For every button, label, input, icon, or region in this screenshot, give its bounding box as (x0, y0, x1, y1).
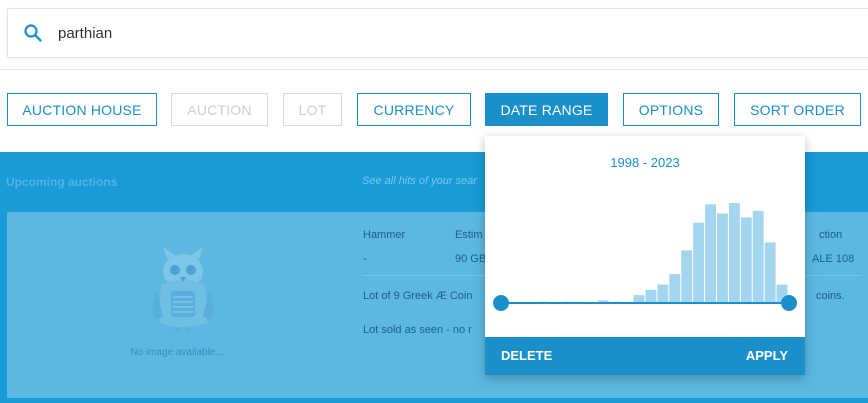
auction-value: ALE 108 (812, 253, 855, 265)
search-icon[interactable] (23, 23, 43, 43)
popup-footer: DELETE APPLY (485, 337, 805, 375)
section-title: Upcoming auctions (6, 175, 118, 189)
date-histogram (493, 203, 797, 311)
search-bar (7, 8, 868, 58)
hammer-label: Hammer (363, 229, 406, 241)
delete-button[interactable]: DELETE (501, 348, 552, 363)
hammer-value: - (363, 253, 367, 265)
options-filter-button[interactable]: OPTIONS (623, 93, 719, 126)
histogram-bar (752, 210, 764, 303)
histogram-bar (705, 204, 716, 303)
search-input[interactable] (58, 21, 558, 45)
lot-description: Lot of 9 Greek Æ Coin (363, 290, 473, 302)
divider (0, 69, 868, 70)
auction-filter-button[interactable]: AUCTION (171, 93, 268, 126)
currency-filter-button[interactable]: CURRENCY (357, 93, 471, 126)
estimate-label: Estim (455, 229, 483, 241)
histogram-bar (728, 203, 740, 303)
range-start-handle[interactable] (493, 295, 509, 311)
histogram-bar (717, 213, 728, 303)
histogram-bar (681, 250, 693, 303)
histogram-bar (693, 222, 705, 303)
owl-placeholder-icon (152, 247, 214, 332)
lot-note: Lot sold as seen - no r (363, 324, 472, 336)
histogram-bar (633, 295, 645, 303)
histogram-bar (645, 289, 657, 303)
auction-label: ction (819, 229, 843, 241)
date-range-popup: 1998 - 2023 DELETE APPLY (485, 136, 805, 375)
sort-order-filter-button[interactable]: SORT ORDER (734, 93, 861, 126)
date-range-filter-button[interactable]: DATE RANGE (485, 93, 608, 126)
apply-button[interactable]: APPLY (746, 348, 788, 363)
auction-house-filter-button[interactable]: AUCTION HOUSE (7, 93, 157, 126)
lot-description-tail: coins. (816, 290, 845, 302)
histogram-bar (764, 242, 776, 303)
estimate-value: 90 GB (455, 253, 487, 265)
range-end-handle[interactable] (781, 295, 797, 311)
see-all-hits-link[interactable]: See all hits of your sear (362, 175, 477, 187)
histogram-bar (740, 217, 752, 303)
lot-filter-button[interactable]: LOT (283, 93, 342, 126)
histogram-bar (657, 284, 669, 303)
no-image-text: No image available... (130, 347, 224, 358)
histogram-bar (669, 274, 681, 303)
